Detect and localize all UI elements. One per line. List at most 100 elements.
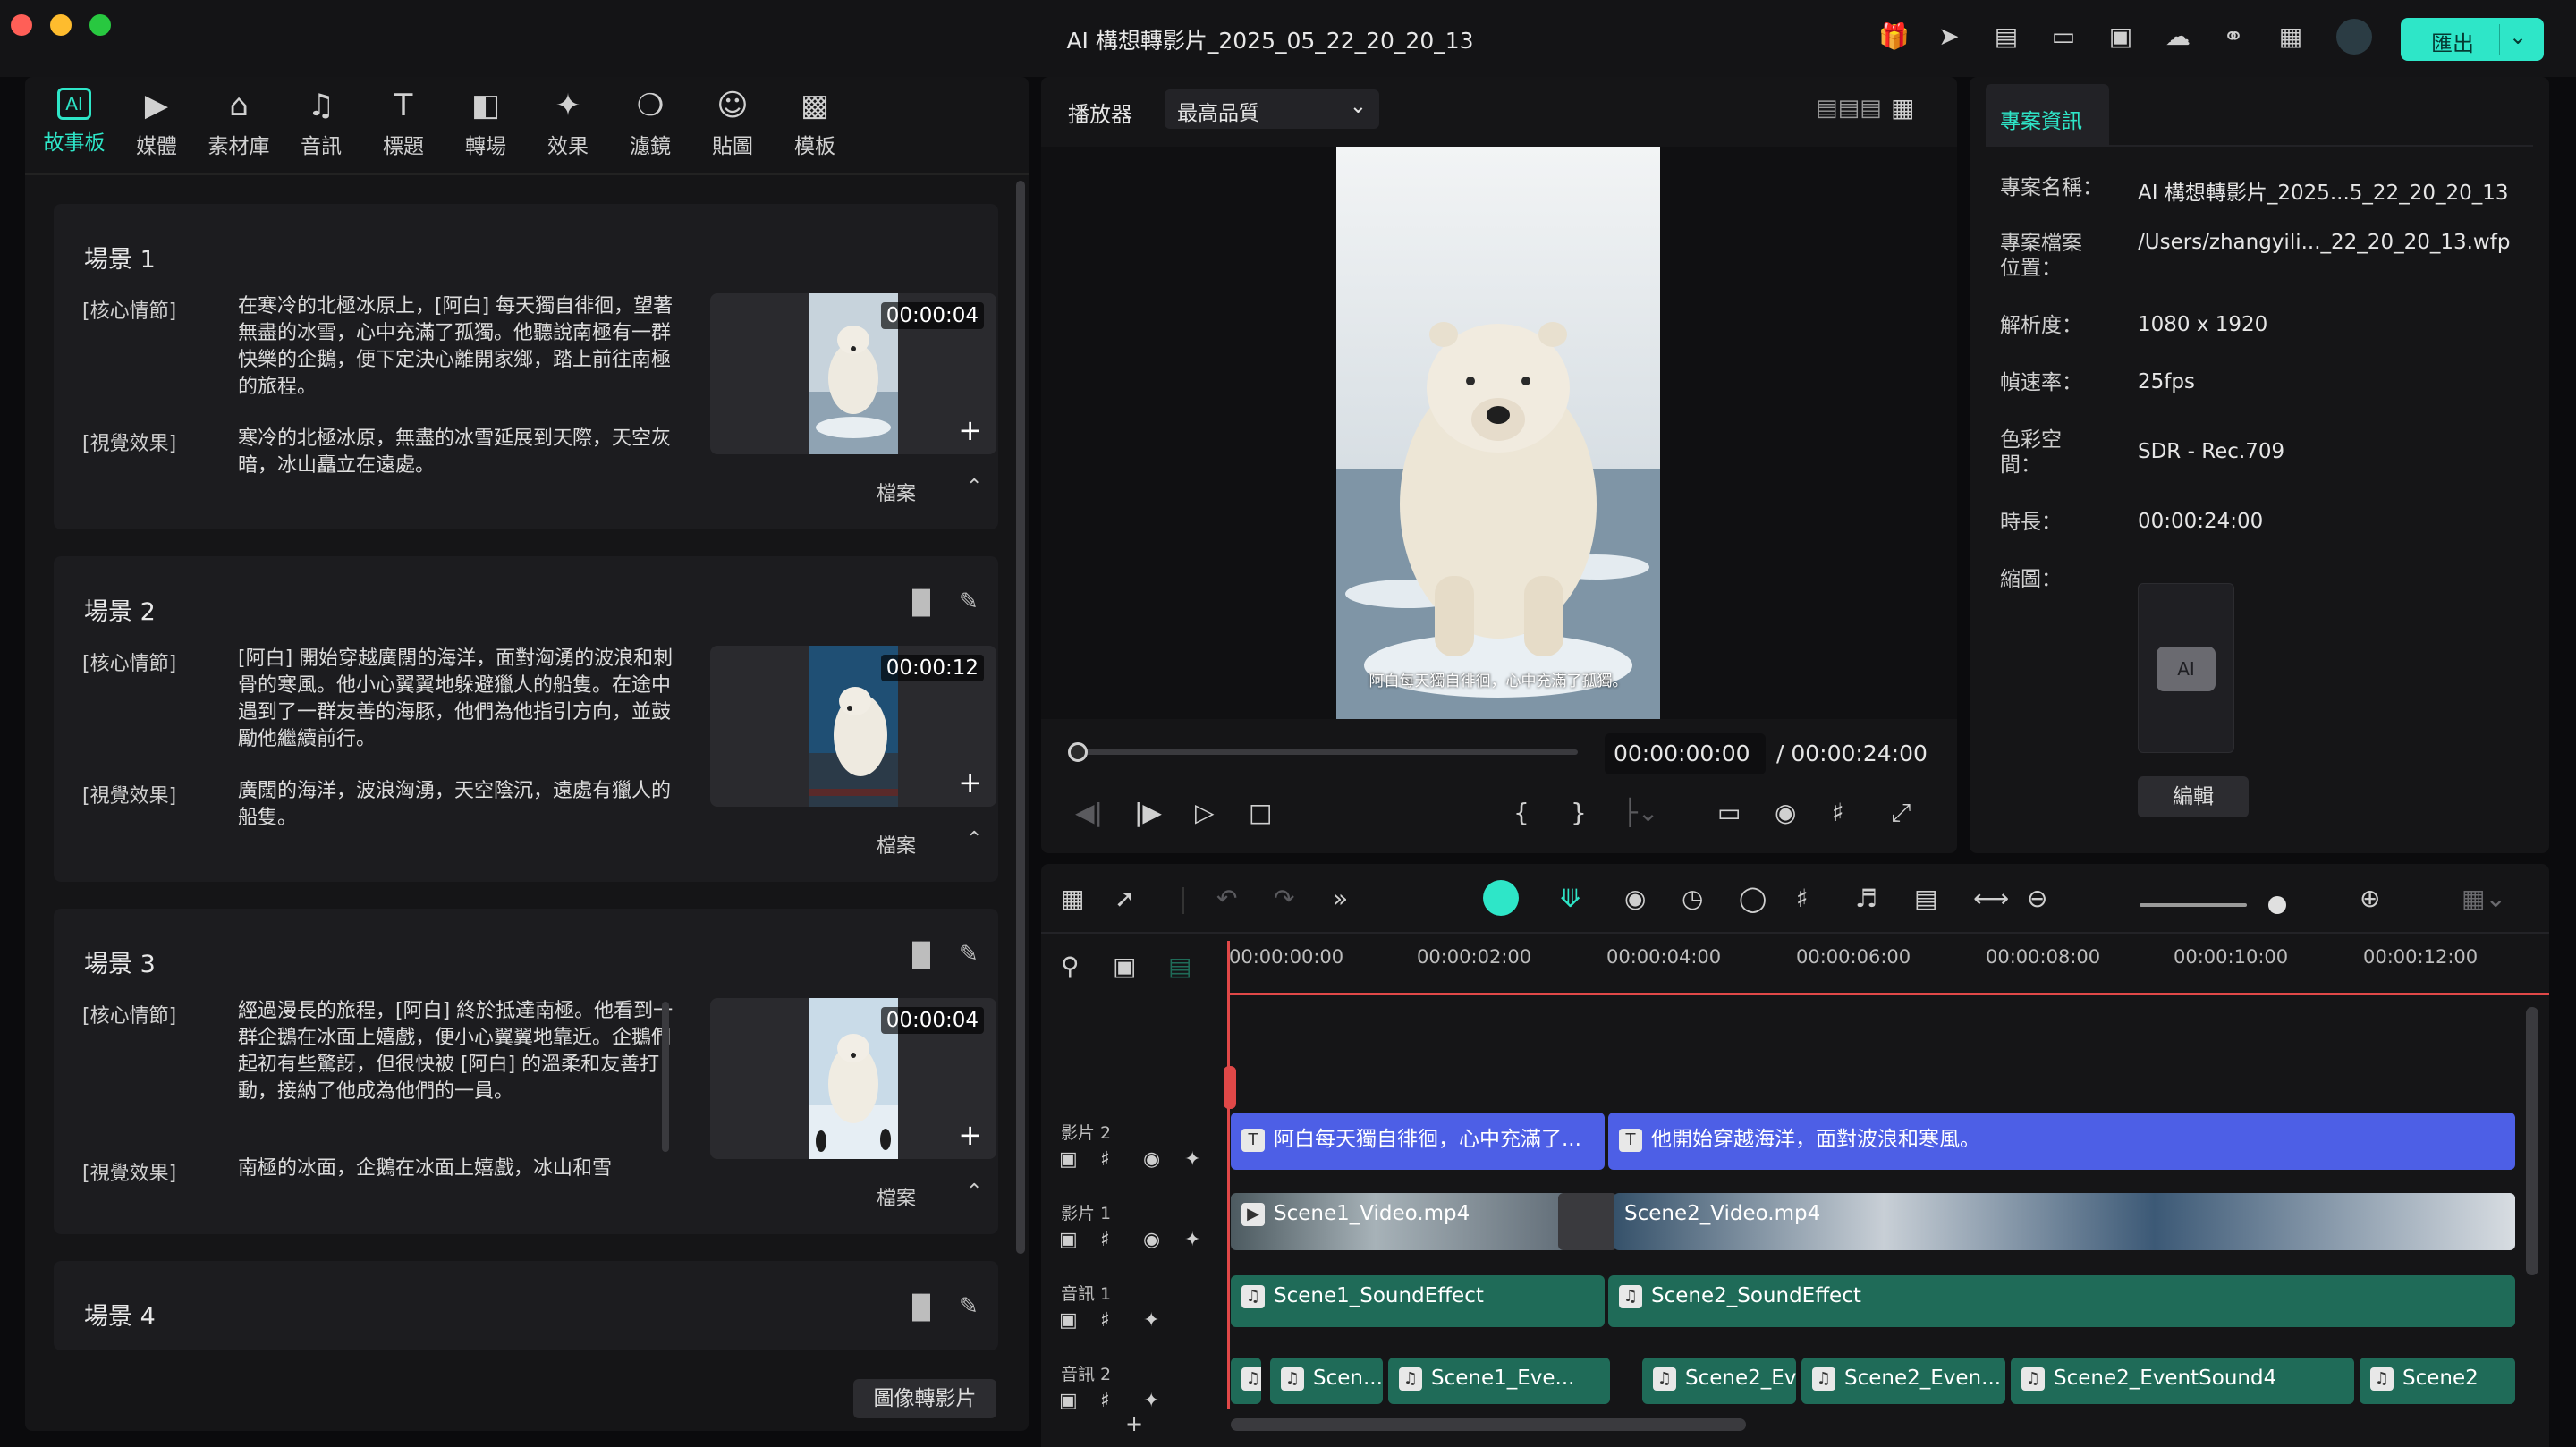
video-preview[interactable]: 阿白每天獨自徘徊，心中充滿了孤獨。 <box>1336 147 1660 719</box>
feedback-icon[interactable]: ▤ <box>1991 21 2021 52</box>
timeline-vertical-scrollbar[interactable] <box>2526 1007 2538 1275</box>
track-options-icon[interactable]: ▦⌄ <box>2462 884 2506 913</box>
text-scrollbar[interactable] <box>662 1002 669 1152</box>
music-list-icon[interactable]: ♬ <box>1855 884 1877 913</box>
chevron-down-icon[interactable]: ⌄ <box>2499 24 2527 55</box>
zoom-slider[interactable] <box>2140 903 2247 907</box>
shield-icon[interactable]: ◯ <box>1739 884 1767 913</box>
add-icon[interactable]: + <box>958 766 982 800</box>
file-label[interactable]: 檔案 <box>877 830 916 859</box>
microphone-icon[interactable]: ♯ <box>1796 884 1809 913</box>
title-clip[interactable]: T 他開始穿越海洋，面對波浪和寒風。 <box>1608 1113 2515 1170</box>
eye-icon[interactable]: ◉ <box>1143 1148 1160 1171</box>
layout-grid-icon[interactable]: ▦ <box>1061 884 1084 913</box>
progress-slider[interactable] <box>1068 742 1578 762</box>
headset-icon[interactable]: ⚭ <box>2218 21 2249 52</box>
timeline-horizontal-scrollbar[interactable] <box>1231 1418 1746 1431</box>
fit-icon[interactable]: ⟷ <box>1973 884 2009 913</box>
tab-transitions[interactable]: ◧ 轉場 <box>445 88 526 168</box>
tab-project-info[interactable]: 專案資訊 <box>1986 84 2109 145</box>
mute-icon[interactable]: ♯ <box>1100 1390 1110 1412</box>
edit-pencil-icon[interactable]: ✎ <box>959 941 979 968</box>
audio-clip[interactable]: ♫ Scene2_EventSound4 <box>2011 1358 2354 1404</box>
zoom-window-button[interactable] <box>89 14 111 36</box>
grid-view-icon[interactable]: ▤▤▤ <box>1816 95 1882 122</box>
redo-icon[interactable]: ↷ <box>1274 884 1294 913</box>
lock-icon[interactable]: ▣ <box>1059 1390 1078 1412</box>
tab-media[interactable]: ▶ 媒體 <box>116 88 197 168</box>
auto-icon[interactable]: ✦ <box>1143 1309 1159 1332</box>
tab-store[interactable]: ⌂ 素材庫 <box>199 88 279 168</box>
auto-icon[interactable]: ✦ <box>1184 1229 1200 1251</box>
visual-effect-text[interactable]: 廣闊的海洋，波浪洶湧，天空陰沉，遠處有獵人的船隻。 <box>238 778 685 832</box>
zoom-in-icon[interactable]: ⊕ <box>2360 884 2380 913</box>
timeline-ruler[interactable] <box>1227 993 2549 995</box>
select-tool-icon[interactable]: ➚ <box>1114 884 1135 913</box>
speed-icon[interactable]: ◷ <box>1682 884 1703 913</box>
undo-icon[interactable]: ↶ <box>1216 884 1237 913</box>
video-clip[interactable]: Scene2_Video.mp4 <box>1614 1193 2515 1250</box>
project-thumbnail[interactable]: AI <box>2138 583 2234 753</box>
tab-stickers[interactable]: ☺ 貼圖 <box>692 88 773 168</box>
tab-titles[interactable]: T 標題 <box>363 88 444 168</box>
audio-wave-icon[interactable]: ▐▌ <box>903 1295 939 1322</box>
mark-in-icon[interactable]: { <box>1513 798 1530 827</box>
fullscreen-icon[interactable]: ⤢ <box>1891 798 1911 828</box>
chevron-up-icon[interactable]: ⌃ <box>966 1180 982 1203</box>
lock-icon[interactable]: ▣ <box>1059 1309 1078 1332</box>
prev-frame-icon[interactable]: ◀| <box>1075 798 1103 827</box>
mute-icon[interactable]: ♯ <box>1100 1229 1110 1251</box>
stop-icon[interactable]: □ <box>1249 798 1272 827</box>
insert-icon[interactable]: ├⌄ <box>1623 798 1658 827</box>
volume-icon[interactable]: ♯ <box>1832 798 1844 827</box>
audio-clip[interactable]: ♫ Scene2 <box>2360 1358 2515 1404</box>
core-plot-text[interactable]: 在寒冷的北極冰原上，[阿白] 每天獨自徘徊，望著無盡的冰雪，心中充滿了孤獨。他聽… <box>238 293 685 401</box>
image-to-video-button[interactable]: 圖像轉影片 <box>853 1379 996 1418</box>
mute-icon[interactable]: ♯ <box>1100 1309 1110 1332</box>
add-icon[interactable]: + <box>958 413 982 447</box>
zoom-out-icon[interactable]: ⊖ <box>2027 884 2047 913</box>
apps-grid-icon[interactable]: ▦ <box>2275 21 2306 52</box>
core-plot-text[interactable]: 經過漫長的旅程，[阿白] 終於抵達南極。他看到一群企鵝在冰面上嬉戲，便小心翼翼地… <box>238 998 685 1105</box>
play-icon[interactable]: ▷ <box>1195 798 1215 827</box>
video-clip[interactable]: ▶ Scene1_Video.mp4 <box>1231 1193 1592 1250</box>
ai-assistant-icon[interactable] <box>1483 880 1519 916</box>
gift-icon[interactable]: 🎁 <box>1878 21 1910 52</box>
layout-icon[interactable]: ▭ <box>2048 21 2079 52</box>
visual-effect-text[interactable]: 寒冷的北極冰原，無盡的冰雪延展到天際，天空灰暗，冰山矗立在遠處。 <box>238 426 685 479</box>
audio-clip[interactable]: ♫ Scen... <box>1270 1358 1383 1404</box>
snapshot-view-icon[interactable]: ▦ <box>1891 93 1914 123</box>
auto-icon[interactable]: ✦ <box>1184 1148 1200 1171</box>
audio-clip[interactable]: ♫ <box>1231 1358 1261 1404</box>
auto-clip-icon[interactable]: ▤ <box>1914 884 1937 913</box>
send-icon[interactable]: ➤ <box>1934 21 1964 52</box>
playhead-handle[interactable] <box>1224 1066 1236 1109</box>
audio-wave-icon[interactable]: ▐▌ <box>903 943 939 969</box>
chevron-up-icon[interactable]: ⌃ <box>966 476 982 498</box>
eye-icon[interactable]: ◉ <box>1143 1229 1160 1251</box>
scene-thumbnail[interactable]: 00:00:04 + <box>710 998 996 1159</box>
edit-thumbnail-button[interactable]: 編輯 <box>2138 776 2249 817</box>
file-label[interactable]: 檔案 <box>877 1182 916 1211</box>
progress-handle[interactable] <box>1068 742 1088 762</box>
step-play-icon[interactable]: |▶ <box>1134 798 1162 827</box>
audio-wave-icon[interactable]: ▐▌ <box>903 590 939 617</box>
zoom-handle[interactable] <box>2268 896 2286 914</box>
camera-icon[interactable]: ◉ <box>1775 798 1796 827</box>
tab-effects[interactable]: ✦ 效果 <box>528 88 608 168</box>
tab-storyboard[interactable]: AI 故事板 <box>34 88 114 168</box>
avatar[interactable] <box>2336 19 2372 55</box>
audio-clip[interactable]: ♫ Scene1_SoundEffect <box>1231 1275 1605 1327</box>
tab-filters[interactable]: ❍ 濾鏡 <box>610 88 691 168</box>
quality-select[interactable]: 最高品質 ⌄ <box>1165 89 1379 129</box>
lock-icon[interactable]: ▣ <box>1059 1229 1078 1251</box>
snap-icon[interactable]: ⟱ <box>1560 884 1580 913</box>
scene-thumbnail[interactable]: 00:00:12 + <box>710 646 996 807</box>
group-icon[interactable]: ▣ <box>1113 952 1136 981</box>
chevron-up-icon[interactable]: ⌃ <box>966 828 982 850</box>
lock-icon[interactable]: ▣ <box>1059 1148 1078 1171</box>
mute-icon[interactable]: ♯ <box>1100 1148 1110 1171</box>
record-icon[interactable]: ◉ <box>1624 884 1646 913</box>
scene-thumbnail[interactable]: 00:00:04 + <box>710 293 996 454</box>
transition-marker[interactable] <box>1558 1193 1617 1250</box>
